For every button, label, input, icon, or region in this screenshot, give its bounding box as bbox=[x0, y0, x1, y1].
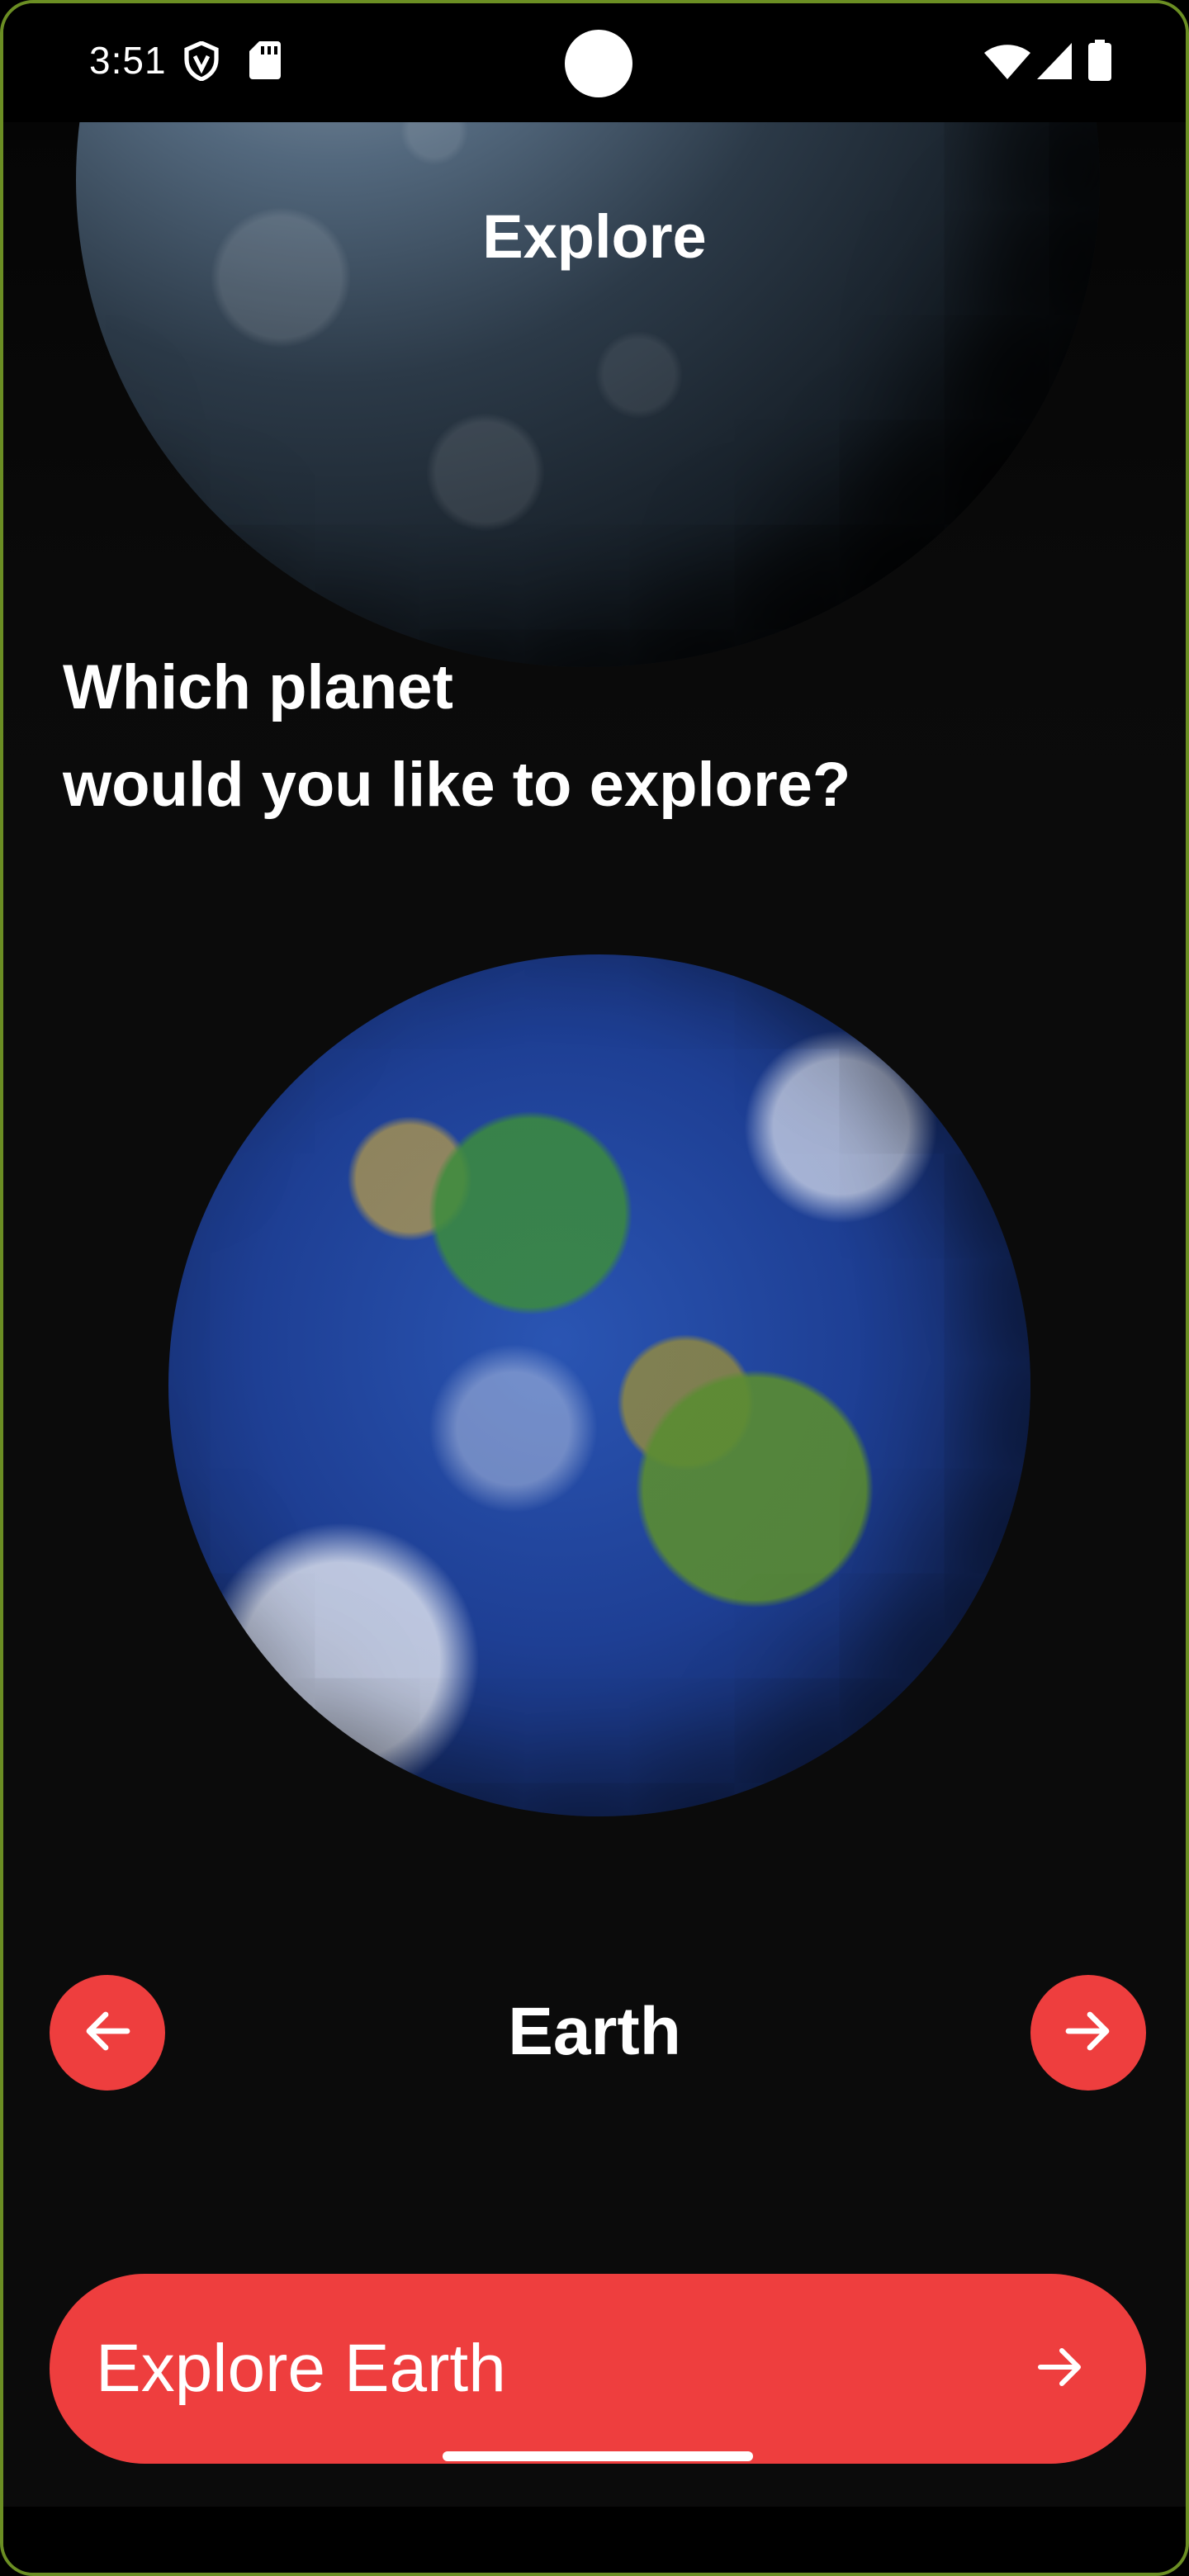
sd-card-icon bbox=[249, 41, 281, 83]
signal-icon bbox=[1037, 43, 1072, 83]
arrow-right-icon bbox=[1062, 2005, 1115, 2062]
gesture-handle[interactable] bbox=[443, 2451, 753, 2461]
question-line-2: would you like to explore? bbox=[63, 750, 851, 820]
app-screen: 3:51 Explore Which planet would you like… bbox=[0, 0, 1189, 2576]
planet-image[interactable] bbox=[168, 954, 1030, 1816]
page-title: Explore bbox=[482, 202, 707, 271]
shield-icon bbox=[183, 40, 220, 85]
next-planet-button[interactable] bbox=[1030, 1975, 1146, 2091]
explore-button-label: Explore Earth bbox=[96, 2331, 506, 2406]
question-heading: Which planet would you like to explore? bbox=[63, 639, 850, 834]
planet-name: Earth bbox=[508, 1994, 681, 2069]
status-time: 3:51 bbox=[89, 39, 167, 82]
system-navigation-area bbox=[3, 2507, 1186, 2573]
camera-cutout bbox=[565, 30, 632, 97]
question-line-1: Which planet bbox=[63, 652, 453, 722]
arrow-right-icon bbox=[1034, 2341, 1087, 2398]
explore-planet-button[interactable]: Explore Earth bbox=[50, 2274, 1146, 2464]
wifi-icon bbox=[984, 45, 1030, 83]
battery-icon bbox=[1088, 40, 1111, 85]
status-bar: 3:51 bbox=[3, 3, 1186, 122]
